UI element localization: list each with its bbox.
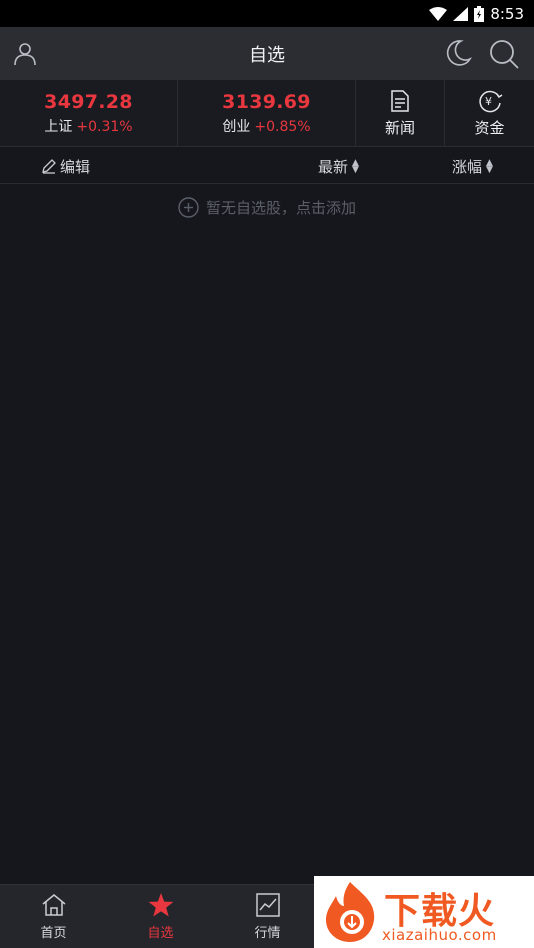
flame-logo-icon	[326, 882, 375, 942]
search-icon[interactable]	[488, 38, 520, 74]
index-value: 3139.69	[222, 90, 311, 113]
news-icon	[391, 89, 409, 112]
watermark-logo: 下载火 xiazaihuo.com	[314, 876, 534, 948]
empty-hint-text: 暂无自选股，点击添加	[205, 198, 356, 217]
tab-watchlist[interactable]: 自选	[107, 885, 214, 948]
sort-icon: ▲ ▼	[486, 157, 493, 175]
tab-label: 自选	[147, 926, 174, 941]
change-label: 涨幅	[452, 158, 483, 176]
battery-icon	[474, 5, 485, 22]
index-shanghai[interactable]: 3497.28 上证 +0.31%	[0, 80, 178, 146]
edit-label: 编辑	[60, 158, 91, 176]
news-label: 新闻	[384, 118, 415, 137]
sort-latest-button[interactable]: 最新 ▲ ▼	[318, 156, 359, 177]
signal-icon	[453, 6, 469, 21]
tab-label: 首页	[40, 926, 67, 941]
index-name: 上证	[44, 118, 73, 135]
funds-label: 资金	[474, 118, 505, 137]
user-icon[interactable]	[12, 40, 38, 70]
index-chinext[interactable]: 3139.69 创业 +0.85%	[178, 80, 356, 146]
tab-market[interactable]: 行情	[214, 885, 321, 948]
watchlist-header: 编辑 最新 ▲ ▼ 涨幅 ▲ ▼	[0, 148, 534, 184]
status-bar: 8:53	[0, 0, 534, 27]
pencil-icon	[42, 159, 56, 174]
index-value: 3497.28	[44, 90, 133, 113]
market-index-bar: 3497.28 上证 +0.31% 3139.69 创业 +0.85% 新闻 ¥ 资…	[0, 80, 534, 147]
sort-icon: ▲ ▼	[352, 157, 359, 175]
funds-icon: ¥	[478, 90, 502, 112]
sort-change-button[interactable]: 涨幅 ▲ ▼	[452, 156, 493, 177]
watermark-url: xiazaihuo.com	[382, 926, 497, 944]
page-title: 自选	[249, 44, 285, 66]
news-button[interactable]: 新闻	[356, 80, 445, 146]
index-change: +0.31%	[76, 118, 133, 135]
star-icon	[148, 893, 173, 917]
svg-text:¥: ¥	[485, 95, 492, 108]
tab-home[interactable]: 首页	[0, 885, 107, 948]
index-change: +0.85%	[254, 118, 311, 135]
moon-icon[interactable]	[444, 39, 473, 71]
add-stock-hint[interactable]: 暂无自选股，点击添加	[0, 195, 534, 219]
chart-icon	[255, 893, 280, 917]
edit-button[interactable]: 编辑	[41, 156, 90, 177]
title-bar: 自选	[0, 27, 534, 80]
wifi-icon	[429, 6, 448, 21]
funds-button[interactable]: ¥ 资金	[445, 80, 534, 146]
tab-label: 行情	[254, 926, 281, 941]
home-icon	[42, 894, 65, 916]
index-name: 创业	[222, 118, 251, 135]
add-circle-icon	[178, 196, 199, 218]
latest-label: 最新	[318, 158, 349, 176]
status-time: 8:53	[490, 4, 524, 23]
